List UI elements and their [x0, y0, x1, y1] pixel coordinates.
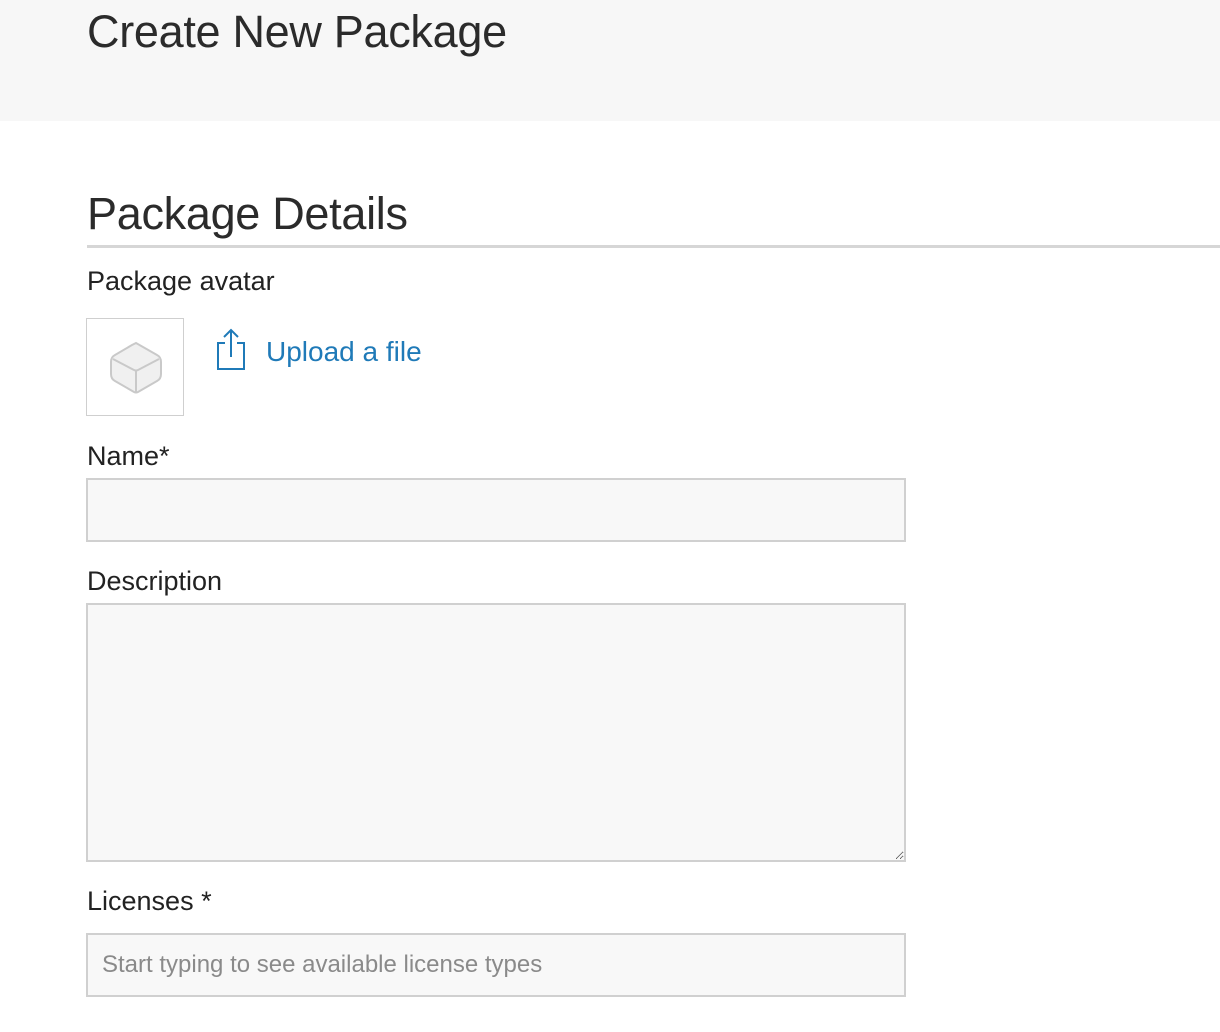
description-label: Description [87, 566, 223, 596]
licenses-label: Licenses * [87, 886, 212, 916]
upload-file-link[interactable]: Upload a file [266, 330, 422, 368]
package-box-icon [110, 341, 162, 394]
section-divider [87, 245, 1220, 248]
share-upload-icon [217, 328, 245, 370]
name-input[interactable] [86, 478, 906, 542]
avatar-label: Package avatar [87, 266, 275, 296]
page-header: Create New Package [0, 0, 1220, 121]
page-title: Create New Package [87, 6, 507, 57]
avatar-preview [86, 318, 184, 416]
description-textarea[interactable] [86, 603, 906, 862]
upload-file-button[interactable]: Upload a file [214, 327, 422, 371]
name-label: Name* [87, 441, 170, 471]
section-title: Package Details [87, 188, 408, 239]
licenses-input[interactable] [86, 933, 906, 997]
